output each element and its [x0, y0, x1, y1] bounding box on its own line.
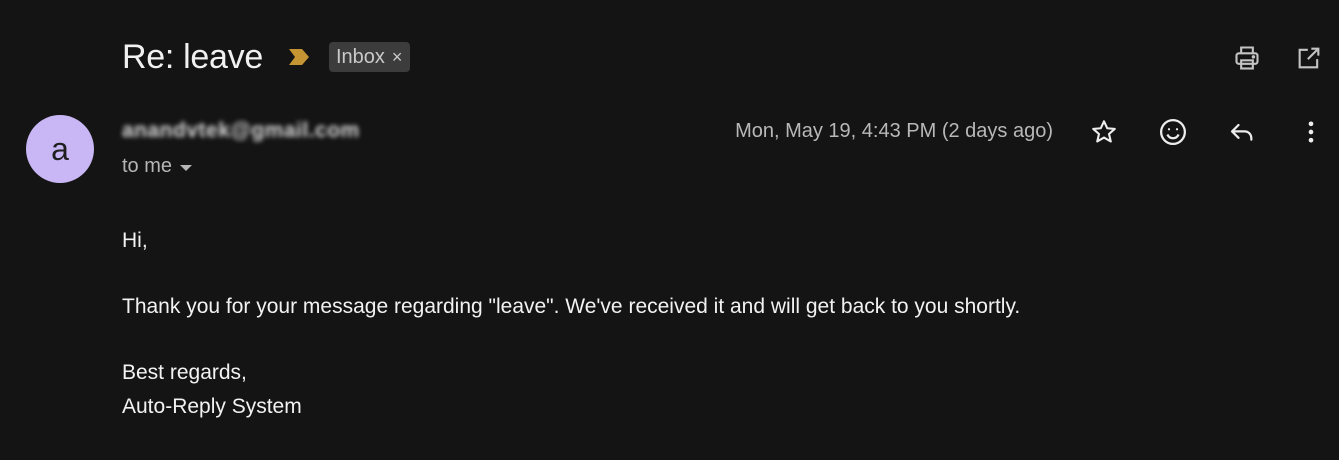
emoji-reaction-icon[interactable]	[1157, 116, 1189, 148]
open-in-new-window-icon[interactable]	[1293, 42, 1325, 74]
subject-row: Re: leave Inbox ×	[122, 36, 411, 78]
body-closing: Best regards,	[122, 361, 247, 384]
message-body: Hi, Thank you for your message regarding…	[122, 224, 1020, 424]
reply-icon[interactable]	[1226, 116, 1258, 148]
more-options-icon[interactable]	[1295, 116, 1327, 148]
email-subject: Re: leave	[122, 37, 263, 76]
email-view: Re: leave Inbox × a anandvtek@gmail.com …	[0, 0, 1339, 460]
body-signature: Auto-Reply System	[122, 395, 302, 418]
star-icon[interactable]	[1088, 116, 1120, 148]
thread-toolbar	[1231, 42, 1325, 74]
remove-label-icon[interactable]: ×	[392, 48, 403, 66]
message-date: Mon, May 19, 4:43 PM (2 days ago)	[735, 120, 1053, 142]
body-paragraph: Thank you for your message regarding "le…	[122, 295, 1021, 318]
print-icon[interactable]	[1231, 42, 1263, 74]
message-actions	[1088, 116, 1327, 148]
avatar-letter: a	[51, 130, 69, 167]
recipient-row[interactable]: to me	[122, 155, 193, 178]
label-chip-text: Inbox	[335, 45, 385, 68]
important-marker-icon[interactable]	[287, 48, 311, 66]
sender-avatar[interactable]: a	[26, 115, 94, 183]
recipient-text: to me	[122, 155, 173, 177]
show-details-caret-icon[interactable]	[180, 164, 193, 171]
sender-email[interactable]: anandvtek@gmail.com	[122, 119, 360, 143]
sender-row: anandvtek@gmail.com	[122, 118, 360, 144]
body-greeting: Hi,	[122, 229, 148, 252]
label-chip-inbox: Inbox ×	[328, 42, 411, 72]
